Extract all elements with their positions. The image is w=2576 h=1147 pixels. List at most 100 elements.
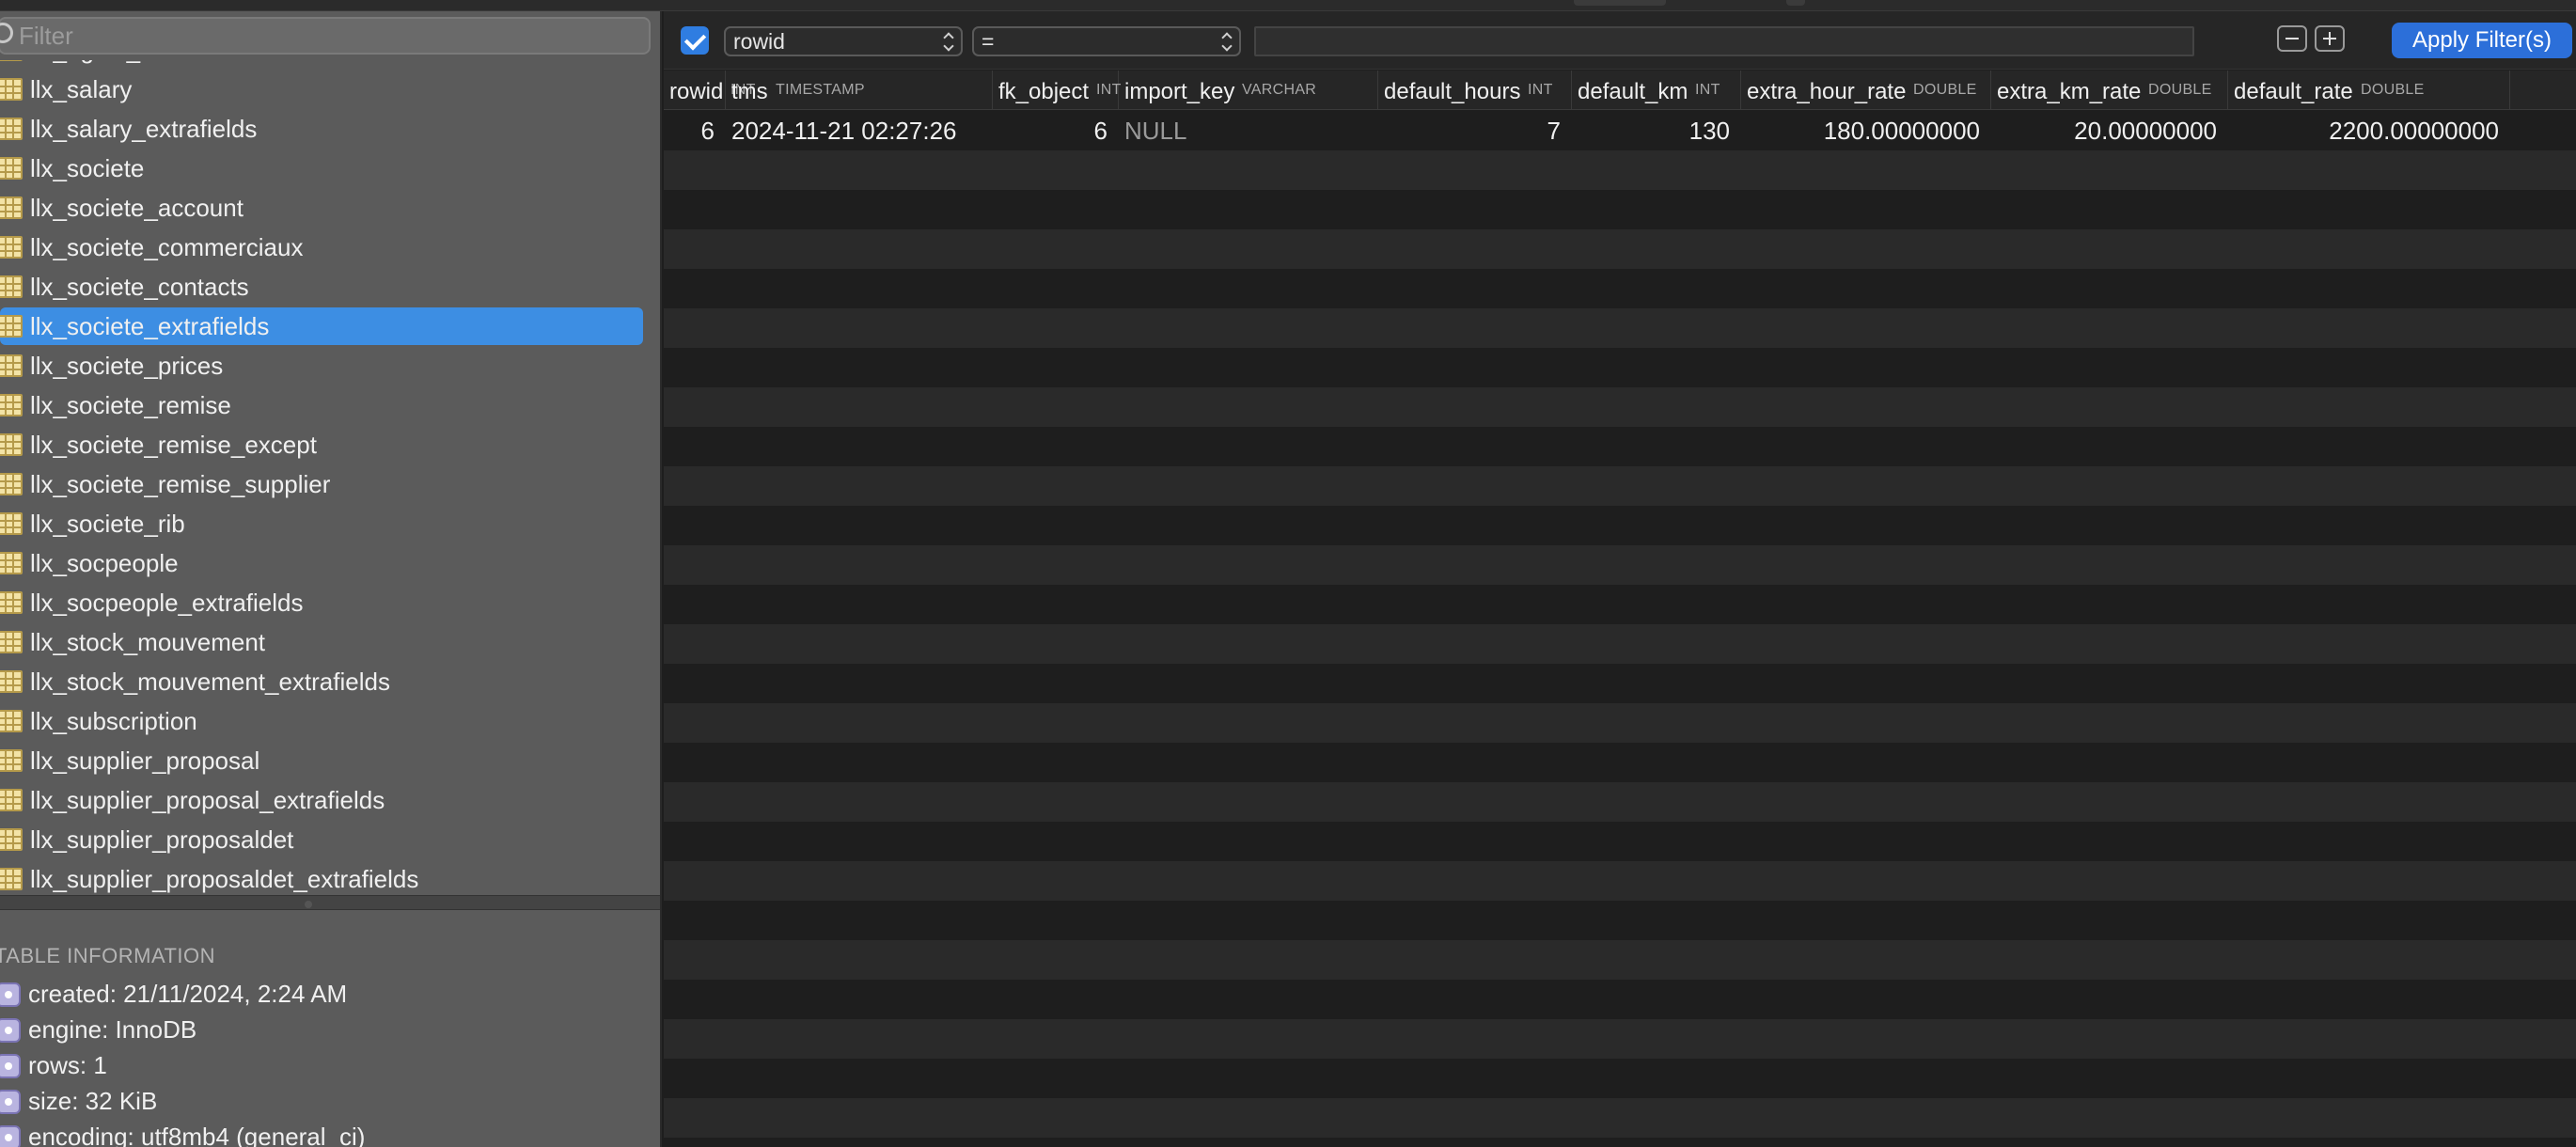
- table-information-heading: TABLE INFORMATION: [0, 944, 216, 967]
- table-cell[interactable]: 2200.00000000: [2228, 117, 2499, 146]
- table-icon: [0, 275, 23, 298]
- filter-value-input[interactable]: [1254, 26, 2194, 56]
- sidebar-table-item[interactable]: llx_supplier_proposaldet: [0, 820, 660, 859]
- filter-input[interactable]: [19, 21, 639, 51]
- info-icon: [0, 1018, 21, 1043]
- filter-operator-select[interactable]: =: [972, 26, 1241, 56]
- table-icon: [0, 60, 23, 61]
- sidebar-table-item[interactable]: llx_societe_remise: [0, 385, 660, 425]
- empty-row: [664, 466, 2576, 506]
- sidebar-table-item[interactable]: llx_societe_prices: [0, 346, 660, 385]
- empty-row: [664, 1138, 2576, 1147]
- empty-row: [664, 901, 2576, 940]
- sidebar-table-item[interactable]: llx_stock_mouvement: [0, 622, 660, 662]
- sidebar-table-item[interactable]: llx_socpeople: [0, 543, 660, 583]
- table-row[interactable]: 6 2024-11-21 02:27:26 6 NULL 7 130 180.0000000…: [664, 111, 2576, 150]
- table-name: llx_societe: [30, 154, 145, 182]
- add-filter-button[interactable]: [2315, 25, 2345, 52]
- sidebar-table-item[interactable]: llx_societe_rib: [0, 504, 660, 543]
- sidebar-table-item[interactable]: llx_salary: [0, 70, 660, 109]
- table-cell[interactable]: 130: [1572, 117, 1730, 146]
- column-header[interactable]: import_key VARCHAR: [1119, 71, 1378, 110]
- content-area: rowid = Apply Filter(s) rowid INT tms TIMES…: [664, 11, 2576, 1147]
- table-cell[interactable]: 2024-11-21 02:27:26: [731, 117, 957, 146]
- empty-row: [664, 782, 2576, 822]
- column-header[interactable]: extra_hour_rate DOUBLE: [1741, 71, 1991, 110]
- popup-arrows-icon: [942, 31, 955, 52]
- column-name: extra_km_rate: [1997, 79, 2142, 104]
- table-icon: [0, 236, 23, 259]
- table-icon: [0, 670, 23, 693]
- table-cell[interactable]: 7: [1378, 117, 1561, 146]
- table-cell[interactable]: 20.00000000: [1991, 117, 2217, 146]
- table-cell[interactable]: 6: [664, 117, 715, 146]
- sidebar-table-item[interactable]: llx_supplier_proposal_extrafields: [0, 780, 660, 820]
- column-type: DOUBLE: [1913, 82, 1977, 98]
- table-name: llx_societe_extrafields: [30, 312, 270, 340]
- empty-row: [664, 545, 2576, 585]
- empty-row: [664, 743, 2576, 782]
- table-name: llx_salary_extrafields: [30, 115, 258, 143]
- apply-filter-button[interactable]: Apply Filter(s): [2392, 23, 2572, 58]
- sidebar-table-item[interactable]: llx_societe_remise_except: [0, 425, 660, 464]
- sidebar-table-item[interactable]: llx_societe_account: [0, 188, 660, 228]
- sidebar-table-item[interactable]: llx_stock_mouvement_extrafields: [0, 662, 660, 701]
- empty-row: [664, 1059, 2576, 1098]
- data-grid: rowid INT tms TIMESTAMP fk_object INT import_k…: [664, 71, 2576, 1147]
- sidebar-table-item[interactable]: llx_subscription: [0, 701, 660, 741]
- empty-row: [664, 585, 2576, 624]
- sidebar-table-item[interactable]: llx_salary_extrafields: [0, 109, 660, 149]
- column-header[interactable]: tms TIMESTAMP: [726, 71, 993, 110]
- empty-row: [664, 822, 2576, 861]
- toolbar-ghost: [1786, 0, 1805, 6]
- column-header[interactable]: default_rate DOUBLE: [2228, 71, 2510, 110]
- split-view-divider[interactable]: [0, 895, 660, 910]
- column-type: DOUBLE: [2148, 82, 2212, 98]
- table-name: llx_societe_account: [30, 194, 243, 222]
- table-list[interactable]: llx_rights_def llx_salary llx_salary_extra…: [0, 60, 660, 901]
- sidebar-table-item[interactable]: llx_societe: [0, 149, 660, 188]
- sidebar-table-item[interactable]: llx_societe_commerciaux: [0, 228, 660, 267]
- table-cell[interactable]: 6: [993, 117, 1107, 146]
- table-name: llx_societe_remise_supplier: [30, 470, 331, 498]
- filter-enabled-checkbox[interactable]: [681, 26, 709, 55]
- divider-handle-icon: [305, 901, 312, 908]
- table-name: llx_rights_def: [30, 60, 174, 65]
- column-type: DOUBLE: [2361, 82, 2425, 98]
- sidebar-table-item[interactable]: llx_rights_def: [0, 60, 660, 70]
- sidebar-filter[interactable]: [0, 17, 651, 55]
- remove-filter-button[interactable]: [2277, 25, 2307, 52]
- filter-field-select[interactable]: rowid: [724, 26, 963, 56]
- column-header[interactable]: default_km INT: [1572, 71, 1741, 110]
- sidebar-table-item[interactable]: llx_societe_remise_supplier: [0, 464, 660, 504]
- column-name: default_rate: [2234, 79, 2353, 104]
- filter-field-value: rowid: [733, 29, 785, 54]
- table-name: llx_socpeople_extrafields: [30, 589, 304, 617]
- table-icon: [0, 868, 23, 890]
- column-header[interactable]: default_hours INT: [1378, 71, 1572, 110]
- sidebar-table-item[interactable]: llx_societe_extrafields: [0, 306, 660, 346]
- table-icon: [0, 631, 23, 653]
- table-cell[interactable]: NULL: [1124, 117, 1186, 146]
- table-info-row: engine: InnoDB: [0, 1012, 660, 1047]
- column-name: fk_object: [998, 79, 1090, 104]
- column-header[interactable]: extra_km_rate DOUBLE: [1991, 71, 2228, 110]
- sidebar-table-item[interactable]: llx_socpeople_extrafields: [0, 583, 660, 622]
- table-info-row: rows: 1: [0, 1047, 660, 1083]
- column-header[interactable]: rowid INT: [664, 71, 755, 110]
- info-text: rows: 1: [28, 1051, 107, 1079]
- sidebar-table-item[interactable]: llx_societe_contacts: [0, 267, 660, 306]
- table-icon: [0, 157, 23, 180]
- column-header[interactable]: fk_object INT: [993, 71, 1121, 110]
- sidebar-table-item[interactable]: llx_supplier_proposaldet_extrafields: [0, 859, 660, 899]
- empty-row: [664, 703, 2576, 743]
- column-type: INT: [1695, 82, 1720, 98]
- table-icon: [0, 591, 23, 614]
- filter-bar: rowid = Apply Filter(s): [664, 11, 2576, 70]
- empty-row: [664, 940, 2576, 980]
- info-text: encoding: utf8mb4 (general_ci): [28, 1123, 366, 1147]
- table-name: llx_societe_rib: [30, 510, 185, 538]
- table-cell[interactable]: 180.00000000: [1741, 117, 1980, 146]
- column-type: TIMESTAMP: [776, 82, 865, 98]
- sidebar-table-item[interactable]: llx_supplier_proposal: [0, 741, 660, 780]
